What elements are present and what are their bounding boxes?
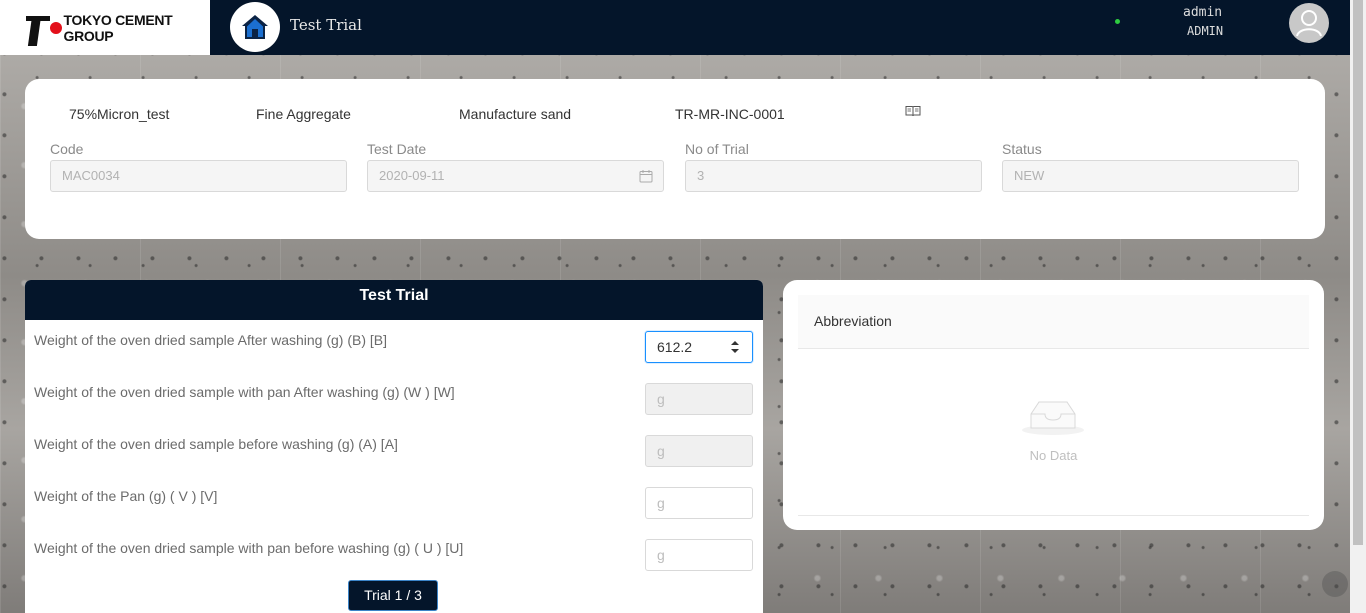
material-name: Manufacture sand xyxy=(459,106,572,122)
back-to-top-button[interactable] xyxy=(1322,571,1348,597)
test-date-value: 2020-09-11 xyxy=(379,168,445,183)
weight-b-input[interactable]: 612.2 xyxy=(645,331,753,363)
user-icon xyxy=(1296,10,1322,37)
no-of-trial-label: No of Trial xyxy=(685,141,749,157)
trial-row: Weight of the oven dried sample After wa… xyxy=(25,320,763,372)
tokyo-cement-logo-icon xyxy=(22,8,64,48)
abbreviation-card: Abbreviation No Data xyxy=(783,280,1324,530)
weight-w-input[interactable]: g xyxy=(645,383,753,415)
code-field[interactable]: MAC0034 xyxy=(50,160,347,192)
brand-name: TOKYO CEMENT GROUP xyxy=(63,11,173,44)
trial-pager-button[interactable]: Trial 1 / 3 xyxy=(348,580,438,611)
online-status-indicator xyxy=(1115,19,1120,24)
brand-logo[interactable]: TOKYO CEMENT GROUP xyxy=(0,0,210,55)
trial-row: Weight of the oven dried sample with pan… xyxy=(25,528,763,580)
weight-b-value: 612.2 xyxy=(657,339,693,355)
user-avatar[interactable] xyxy=(1289,3,1329,43)
scrollbar-thumb[interactable] xyxy=(1353,0,1363,545)
home-button[interactable] xyxy=(230,2,280,52)
field-label-w: Weight of the oven dried sample with pan… xyxy=(34,384,455,400)
trial-row: Weight of the Pan (g) ( V ) [V] g xyxy=(25,476,763,528)
field-label-v: Weight of the Pan (g) ( V ) [V] xyxy=(34,488,218,504)
user-name: admin xyxy=(1183,5,1223,20)
test-trial-card: Test Trial Weight of the oven dried samp… xyxy=(25,280,763,613)
status-label: Status xyxy=(1002,141,1042,157)
weight-v-input[interactable]: g xyxy=(645,487,753,519)
test-reference: TR-MR-INC-0001 xyxy=(675,106,785,122)
test-info-card: 75%Micron_test Fine Aggregate Manufactur… xyxy=(25,79,1325,239)
no-data-text: No Data xyxy=(1029,448,1078,463)
page-title: Test Trial xyxy=(290,16,362,34)
weight-a-input[interactable]: g xyxy=(645,435,753,467)
field-label-u: Weight of the oven dried sample with pan… xyxy=(34,540,464,556)
inbox-icon xyxy=(1022,401,1084,435)
field-label-b: Weight of the oven dried sample After wa… xyxy=(34,332,388,348)
top-navbar: TOKYO CEMENT GROUP Test Trial admin ADMI… xyxy=(0,0,1350,55)
test-date-label: Test Date xyxy=(367,141,427,157)
field-label-a: Weight of the oven dried sample before w… xyxy=(34,436,398,452)
home-icon xyxy=(242,15,268,39)
number-stepper-icon[interactable] xyxy=(730,340,740,354)
trial-card-title: Test Trial xyxy=(25,280,763,320)
calendar-icon xyxy=(639,170,653,183)
book-icon[interactable] xyxy=(905,104,921,122)
trial-row: Weight of the oven dried sample with pan… xyxy=(25,372,763,424)
material-category: Fine Aggregate xyxy=(256,106,351,122)
page-scrollbar[interactable] xyxy=(1350,0,1366,613)
trial-row: Weight of the oven dried sample before w… xyxy=(25,424,763,476)
user-role: ADMIN xyxy=(1187,24,1224,38)
abbreviation-header: Abbreviation xyxy=(798,295,1309,349)
weight-u-input[interactable]: g xyxy=(645,539,753,571)
code-label: Code xyxy=(50,141,84,157)
test-name: 75%Micron_test xyxy=(69,106,170,122)
test-date-field[interactable]: 2020-09-11 xyxy=(367,160,664,192)
status-field[interactable]: NEW xyxy=(1002,160,1299,192)
no-of-trial-field[interactable]: 3 xyxy=(685,160,982,192)
abbreviation-empty-state: No Data xyxy=(798,349,1309,516)
